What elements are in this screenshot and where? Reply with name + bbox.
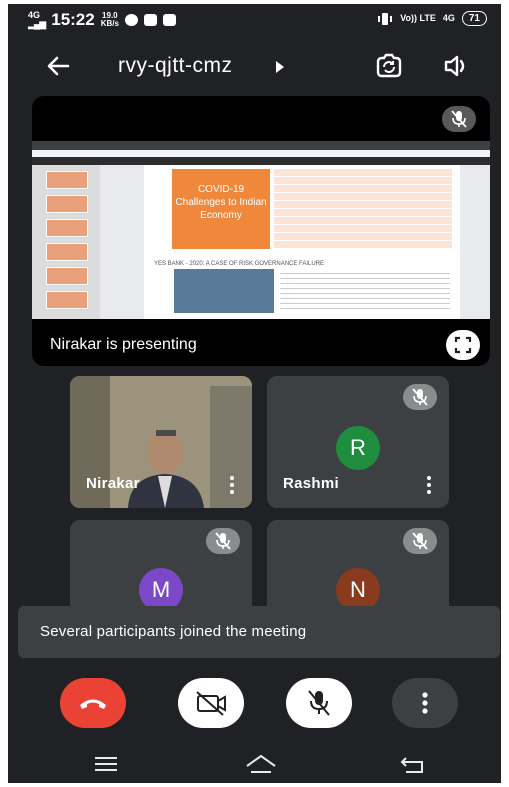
slide-thumbnail [46,219,88,237]
slide-text-block [280,269,450,313]
slide-thumbnail [46,267,88,285]
more-options-icon[interactable] [427,476,431,494]
youtube-icon [162,14,176,26]
participant-tile-rashmi[interactable]: R Rashmi [267,376,449,508]
caret-right-icon[interactable] [276,61,284,73]
presenter-muted-indicator [442,106,476,132]
presentation-tile[interactable]: COVID-19 Challenges to Indian Economy YE… [32,96,490,366]
fullscreen-icon [454,336,472,354]
slide-thumbnail [46,171,88,189]
app-frame: 4G ▂▄▆ 15:22 19.0 KB/s Vo)) LTE 4G 71 rv… [8,4,501,783]
slide-thumbnail [46,243,88,261]
network-indicator: 4G ▂▄▆ [28,10,46,29]
shared-screen: COVID-19 Challenges to Indian Economy YE… [32,141,490,319]
muted-indicator [403,384,437,410]
system-back-icon[interactable] [400,754,426,774]
mic-off-icon [451,110,467,128]
more-options-button[interactable] [392,678,458,728]
participant-name: Nirakar [86,475,140,492]
participant-tile-m[interactable]: M [70,520,252,620]
slide-table [274,169,452,249]
avatar: R [336,426,380,470]
fullscreen-button[interactable] [446,330,480,360]
mail-icon [143,14,157,26]
slide-photo [174,269,274,313]
vibrate-icon [378,12,393,25]
more-options-icon[interactable] [230,476,234,494]
end-call-button[interactable] [60,678,126,728]
participant-tile-nirakar[interactable]: Nirakar [70,376,252,508]
slide-thumbnail [46,291,88,309]
participant-tile-n[interactable]: N [267,520,449,620]
presentation-toolbar [32,157,490,165]
hangup-icon [80,699,106,709]
call-controls [8,674,501,730]
back-arrow-icon[interactable] [44,52,72,80]
current-slide: COVID-19 Challenges to Indian Economy YE… [144,165,460,319]
speed-unit: KB/s [100,19,119,28]
browser-tabs [32,141,490,150]
meeting-code[interactable]: rvy-qjtt-cmz [118,54,233,78]
muted-indicator [206,528,240,554]
camera-toggle-button[interactable] [178,678,244,728]
more-vert-icon [422,692,428,714]
switch-camera-icon[interactable] [374,52,404,80]
mic-off-icon [308,690,330,716]
volte-indicator: Vo)) LTE [400,13,436,23]
slide-thumbnails [32,165,100,319]
data-speed: 19.0 KB/s [101,12,119,28]
camera-off-icon [196,691,226,716]
mic-off-icon [412,388,428,406]
battery-indicator: 71 [461,11,487,26]
slide-title-block: COVID-19 Challenges to Indian Economy [172,169,270,249]
muted-indicator [403,528,437,554]
speaker-icon[interactable] [442,52,470,80]
toast-notification: Several participants joined the meeting [18,606,500,658]
signal-indicator: 4G [442,13,455,23]
home-icon[interactable] [244,752,278,776]
mic-off-icon [412,532,428,550]
status-time: 15:22 [51,10,95,29]
slide-title: COVID-19 Challenges to Indian Economy [175,184,267,221]
status-bar: 4G ▂▄▆ 15:22 19.0 KB/s Vo)) LTE 4G 71 [8,4,501,34]
mic-off-icon [215,532,231,550]
mic-toggle-button[interactable] [286,678,352,728]
meeting-top-bar: rvy-qjtt-cmz [8,42,501,90]
slide-subtitle: YES BANK - 2020: A CASE OF RISK GOVERNAN… [154,261,325,267]
notification-icon [124,14,138,26]
slide-thumbnail [46,195,88,213]
system-nav-bar [8,744,501,783]
presenting-label: Nirakar is presenting [50,336,197,353]
toast-message: Several participants joined the meeting [40,623,307,640]
recents-icon[interactable] [94,756,118,772]
participant-name: Rashmi [283,475,339,492]
